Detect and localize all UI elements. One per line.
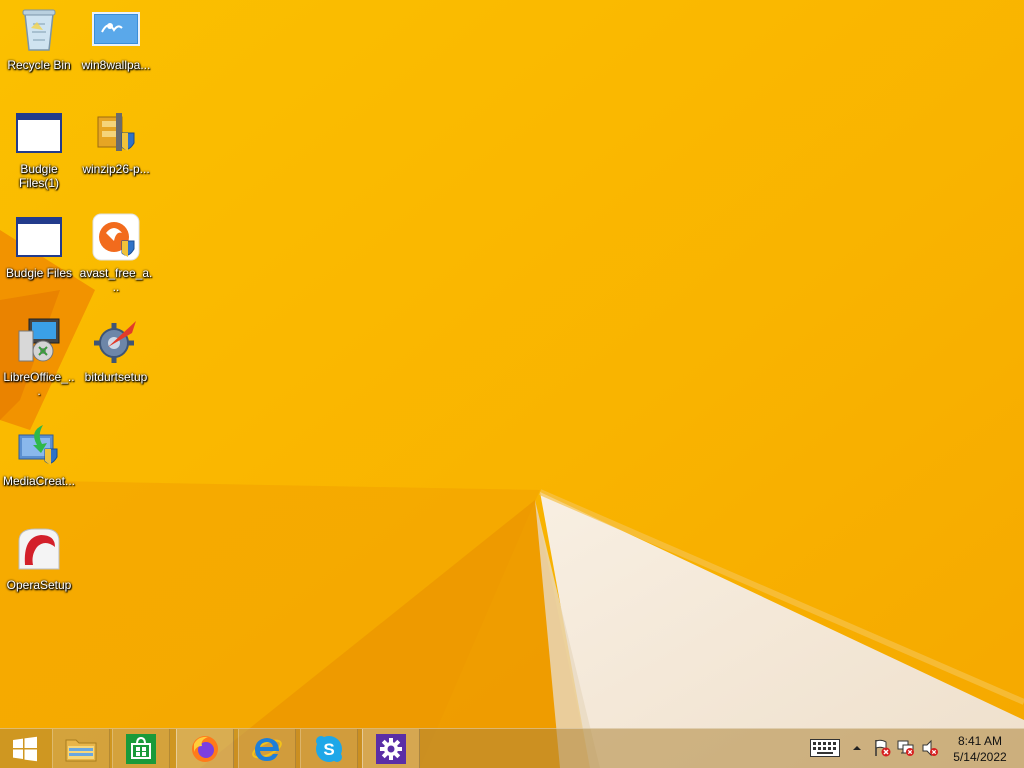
network-icon — [897, 740, 914, 756]
internet-explorer-icon — [252, 737, 282, 761]
taskbar-clock[interactable]: 8:41 AM 5/14/2022 — [940, 733, 1020, 765]
windows-logo-icon — [13, 736, 37, 761]
flag-icon — [875, 739, 891, 757]
taskbar: S 8:41 AM 5/14/2022 — [0, 728, 1024, 768]
volume-tray[interactable] — [920, 737, 940, 759]
keyboard-icon — [810, 739, 840, 757]
winzip-installer-icon — [91, 108, 141, 158]
store-icon — [126, 733, 156, 764]
desktop-icon-label: Budgie Files(1) — [18, 162, 59, 190]
start-button[interactable] — [0, 729, 50, 768]
settings-button[interactable] — [362, 729, 420, 768]
window-app-icon — [14, 212, 64, 262]
network-tray[interactable] — [896, 737, 916, 759]
desktop-icon-label: MediaCreat... — [2, 474, 76, 488]
desktop-icon-opera-setup[interactable]: OperaSetup — [2, 524, 76, 624]
window-app-icon — [14, 108, 64, 158]
desktop-icon-label: OperaSetup — [6, 578, 72, 592]
opera-setup-icon — [14, 524, 64, 574]
media-creation-tool-icon — [14, 420, 64, 470]
desktop-icon-label: Budgie Files — [5, 266, 73, 280]
libreoffice-installer-icon — [14, 316, 64, 366]
desktop-icon-label: win8wallpa... — [81, 58, 151, 72]
gear-installer-icon — [91, 316, 141, 366]
show-hidden-icons-button[interactable] — [850, 737, 864, 759]
skype-button[interactable]: S — [300, 729, 358, 768]
speaker-muted-icon — [922, 739, 938, 757]
gear-icon — [376, 733, 406, 764]
action-center-tray[interactable] — [872, 737, 892, 759]
desktop-icon-win8wallpaper[interactable]: win8wallpa... — [79, 4, 153, 104]
desktop-wallpaper — [0, 0, 1024, 768]
chevron-up-icon — [853, 746, 861, 750]
clock-date: 5/14/2022 — [953, 750, 1007, 764]
firefox-icon — [192, 735, 218, 762]
desktop-icon-budgie-files-1[interactable]: Budgie Files(1) — [2, 108, 76, 208]
avast-installer-icon — [91, 212, 141, 262]
firefox-button[interactable] — [176, 729, 234, 768]
recycle-bin-icon — [14, 4, 64, 54]
desktop-icon-label: bitdurtsetup — [84, 370, 148, 384]
desktop-icon-winzip[interactable]: winzip26-p... — [79, 108, 153, 208]
touch-keyboard-button[interactable] — [808, 737, 842, 759]
clock-time: 8:41 AM — [957, 734, 1003, 748]
image-file-icon — [91, 4, 141, 54]
desktop-icon-media-creation[interactable]: MediaCreat... — [2, 420, 76, 520]
desktop-icon-label: Recycle Bin — [7, 58, 71, 72]
svg-text:S: S — [323, 740, 334, 759]
store-button[interactable] — [112, 729, 170, 768]
desktop-icon-label: winzip26-p... — [82, 162, 150, 176]
file-explorer-button[interactable] — [52, 729, 110, 768]
desktop-icon-label: LibreOffice_... — [3, 370, 75, 398]
skype-icon: S — [316, 735, 342, 762]
desktop-icon-label: avast_free_a... — [79, 266, 153, 294]
desktop-icon-recycle-bin[interactable]: Recycle Bin — [2, 4, 76, 104]
internet-explorer-button[interactable] — [238, 729, 296, 768]
desktop-icon-budgie-files[interactable]: Budgie Files — [2, 212, 76, 312]
desktop-icon-bitdurt[interactable]: bitdurtsetup — [79, 316, 153, 416]
folder-icon — [65, 739, 97, 761]
desktop-icon-libreoffice[interactable]: LibreOffice_... — [2, 316, 76, 416]
desktop-icon-avast[interactable]: avast_free_a... — [79, 212, 153, 312]
